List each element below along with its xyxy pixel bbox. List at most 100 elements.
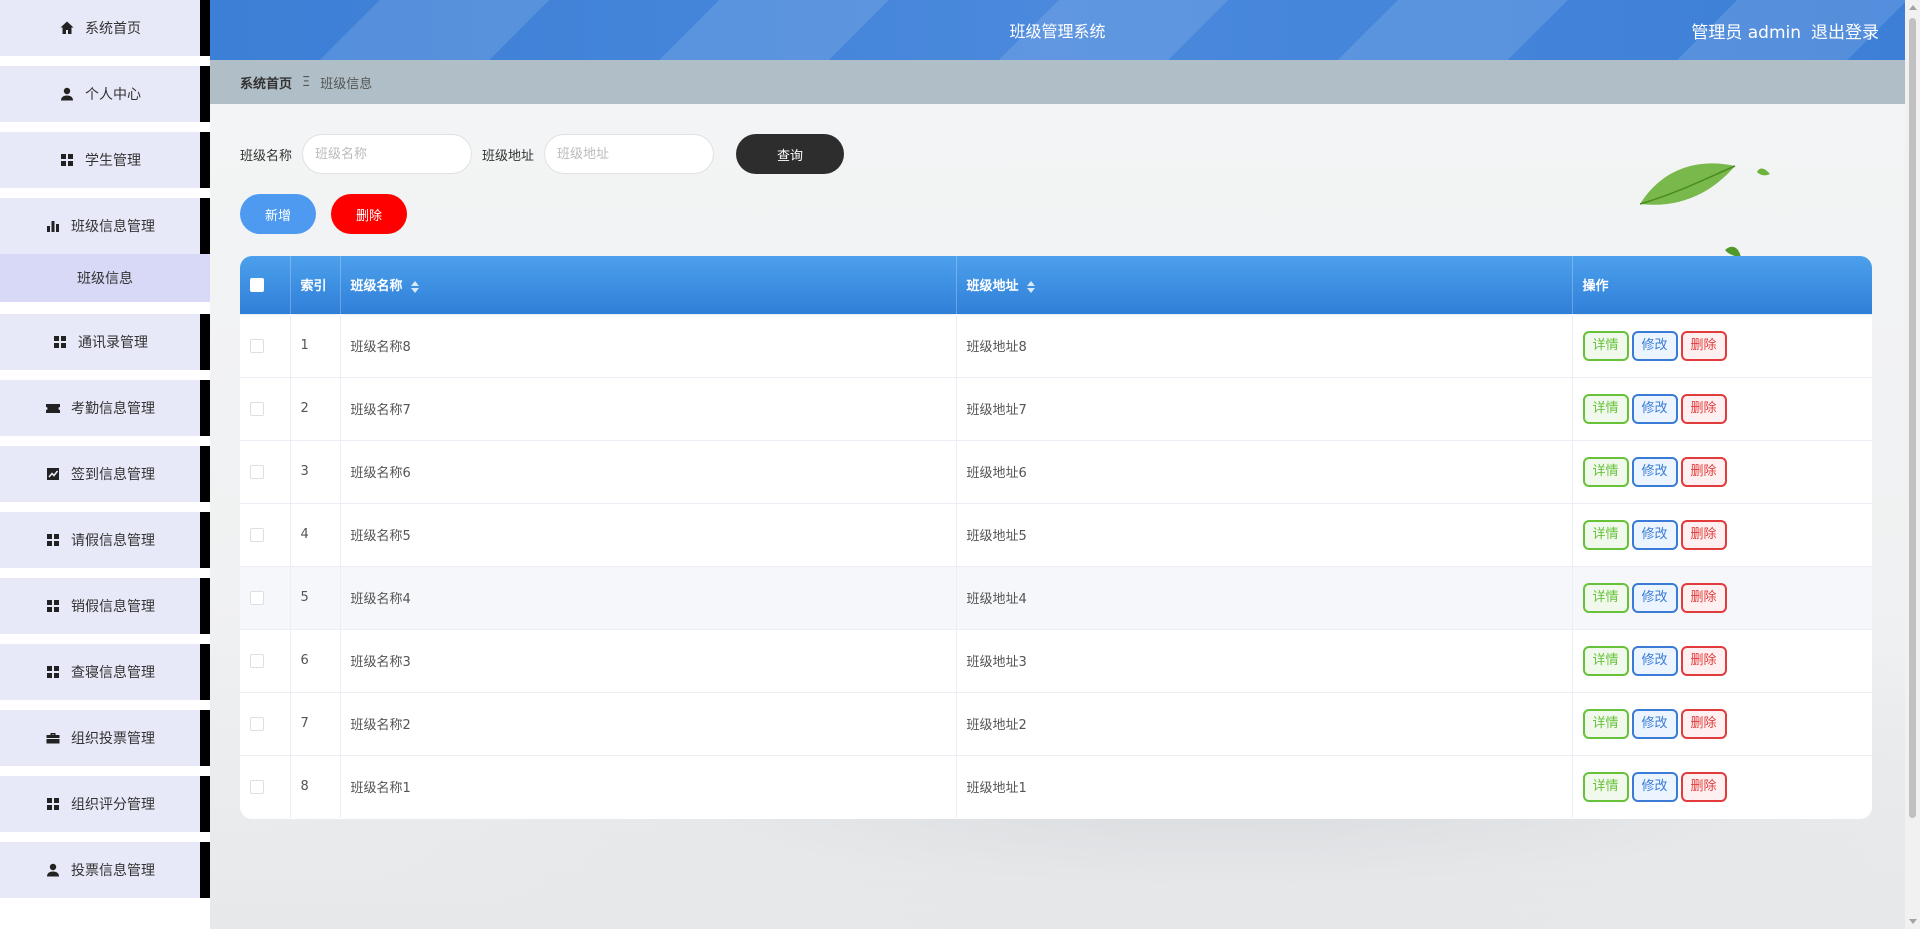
row-checkbox[interactable]	[250, 716, 264, 731]
detail-button[interactable]: 详情	[1582, 708, 1629, 739]
row-class-address: 班级地址7	[956, 377, 1573, 440]
sidebar-item[interactable]: 请假信息管理	[0, 512, 210, 568]
detail-button[interactable]: 详情	[1582, 456, 1629, 487]
edit-button[interactable]: 修改	[1631, 519, 1678, 550]
edit-button[interactable]: 修改	[1631, 708, 1678, 739]
scroll-up-icon[interactable]	[1909, 5, 1917, 10]
edit-button[interactable]: 修改	[1631, 456, 1678, 487]
row-index: 6	[290, 629, 341, 692]
row-checkbox[interactable]	[250, 653, 264, 668]
class-address-label: 班级地址	[482, 148, 535, 164]
sidebar-item[interactable]: 投票信息管理	[0, 842, 210, 898]
detail-button[interactable]: 详情	[1582, 771, 1629, 802]
row-checkbox[interactable]	[250, 590, 264, 605]
add-button[interactable]: 新增	[240, 194, 316, 234]
sidebar-item-button[interactable]: 考勤信息管理	[0, 380, 200, 436]
edit-button[interactable]: 修改	[1631, 645, 1678, 676]
sidebar-item-button[interactable]: 班级信息管理	[0, 198, 200, 254]
sidebar-item-button[interactable]: 组织评分管理	[0, 776, 200, 832]
breadcrumb-home[interactable]: 系统首页	[240, 73, 292, 92]
sidebar-item-button[interactable]: 系统首页	[0, 0, 200, 56]
sidebar-item[interactable]: 组织投票管理	[0, 710, 210, 766]
delete-button[interactable]: 删除	[1680, 708, 1727, 739]
edit-button[interactable]: 修改	[1631, 582, 1678, 613]
ticket-icon	[45, 400, 61, 416]
table-row[interactable]: 1 班级名称8 班级地址8 详情 修改 删除	[240, 314, 1872, 377]
sidebar-item-button[interactable]: 组织投票管理	[0, 710, 200, 766]
sidebar-item[interactable]: 学生管理	[0, 132, 210, 188]
row-checkbox[interactable]	[250, 527, 264, 542]
sidebar-subitem-class-info[interactable]: 班级信息	[0, 254, 210, 302]
detail-button[interactable]: 详情	[1582, 645, 1629, 676]
detail-button[interactable]: 详情	[1582, 519, 1629, 550]
row-class-address: 班级地址2	[956, 692, 1573, 755]
batch-delete-button[interactable]: 删除	[331, 194, 407, 234]
sidebar-item-button[interactable]: 请假信息管理	[0, 512, 200, 568]
table-row[interactable]: 7 班级名称2 班级地址2 详情 修改 删除	[240, 692, 1872, 755]
sidebar-item-label: 签到信息管理	[71, 467, 155, 483]
row-select-cell	[240, 503, 291, 566]
row-checkbox[interactable]	[250, 338, 264, 353]
grid-icon	[52, 334, 68, 350]
delete-button[interactable]: 删除	[1680, 330, 1727, 361]
delete-button[interactable]: 删除	[1680, 456, 1727, 487]
sidebar-item[interactable]: 查寝信息管理	[0, 644, 210, 700]
table-row[interactable]: 8 班级名称1 班级地址1 详情 修改 删除	[240, 755, 1872, 818]
row-class-address: 班级地址1	[956, 755, 1573, 818]
table-row[interactable]: 3 班级名称6 班级地址6 详情 修改 删除	[240, 440, 1872, 503]
detail-button[interactable]: 详情	[1582, 582, 1629, 613]
sidebar-item[interactable]: 通讯录管理	[0, 314, 210, 370]
column-header-name[interactable]: 班级名称	[340, 256, 957, 314]
row-actions: 详情 修改 删除	[1572, 692, 1872, 755]
sidebar-item[interactable]: 销假信息管理	[0, 578, 210, 634]
edit-button[interactable]: 修改	[1631, 330, 1678, 361]
sidebar-item[interactable]: 签到信息管理	[0, 446, 210, 502]
sidebar-item-button[interactable]: 个人中心	[0, 66, 200, 122]
logout-link[interactable]: 退出登录	[1811, 18, 1879, 43]
page-scrollbar[interactable]	[1905, 0, 1920, 929]
column-header-address[interactable]: 班级地址	[956, 256, 1573, 314]
row-class-name: 班级名称5	[340, 503, 957, 566]
sidebar-item-button[interactable]: 签到信息管理	[0, 446, 200, 502]
table-row[interactable]: 5 班级名称4 班级地址4 详情 修改 删除	[240, 566, 1872, 629]
detail-button[interactable]: 详情	[1582, 330, 1629, 361]
sort-icon[interactable]	[410, 280, 419, 293]
row-index: 1	[290, 314, 341, 377]
class-name-input[interactable]	[302, 134, 473, 174]
detail-button[interactable]: 详情	[1582, 393, 1629, 424]
select-all-checkbox[interactable]	[250, 277, 264, 292]
scroll-down-icon[interactable]	[1909, 919, 1917, 924]
class-address-input[interactable]	[544, 134, 715, 174]
user-icon	[59, 86, 75, 102]
sidebar-item-button[interactable]: 销假信息管理	[0, 578, 200, 634]
sidebar-item[interactable]: 考勤信息管理	[0, 380, 210, 436]
scroll-thumb[interactable]	[1909, 18, 1916, 818]
edit-button[interactable]: 修改	[1631, 393, 1678, 424]
table-row[interactable]: 2 班级名称7 班级地址7 详情 修改 删除	[240, 377, 1872, 440]
delete-button[interactable]: 删除	[1680, 519, 1727, 550]
sort-icon[interactable]	[1026, 280, 1035, 293]
sidebar-item[interactable]: 组织评分管理	[0, 776, 210, 832]
sidebar-item-button[interactable]: 通讯录管理	[0, 314, 200, 370]
grid-icon	[45, 664, 61, 680]
sidebar-item[interactable]: 个人中心	[0, 66, 210, 122]
row-checkbox[interactable]	[250, 464, 264, 479]
row-class-name: 班级名称2	[340, 692, 957, 755]
delete-button[interactable]: 删除	[1680, 582, 1727, 613]
delete-button[interactable]: 删除	[1680, 393, 1727, 424]
row-actions: 详情 修改 删除	[1572, 629, 1872, 692]
row-checkbox[interactable]	[250, 779, 264, 794]
select-all-cell	[240, 256, 291, 314]
sidebar-item[interactable]: 系统首页	[0, 0, 210, 56]
edit-button[interactable]: 修改	[1631, 771, 1678, 802]
sidebar-item-button[interactable]: 学生管理	[0, 132, 200, 188]
sidebar-item[interactable]: 班级信息管理	[0, 198, 210, 254]
sidebar-item-button[interactable]: 投票信息管理	[0, 842, 200, 898]
query-button[interactable]: 查询	[736, 134, 845, 174]
table-row[interactable]: 4 班级名称5 班级地址5 详情 修改 删除	[240, 503, 1872, 566]
row-checkbox[interactable]	[250, 401, 264, 416]
table-row[interactable]: 6 班级名称3 班级地址3 详情 修改 删除	[240, 629, 1872, 692]
sidebar-item-button[interactable]: 查寝信息管理	[0, 644, 200, 700]
delete-button[interactable]: 删除	[1680, 771, 1727, 802]
delete-button[interactable]: 删除	[1680, 645, 1727, 676]
